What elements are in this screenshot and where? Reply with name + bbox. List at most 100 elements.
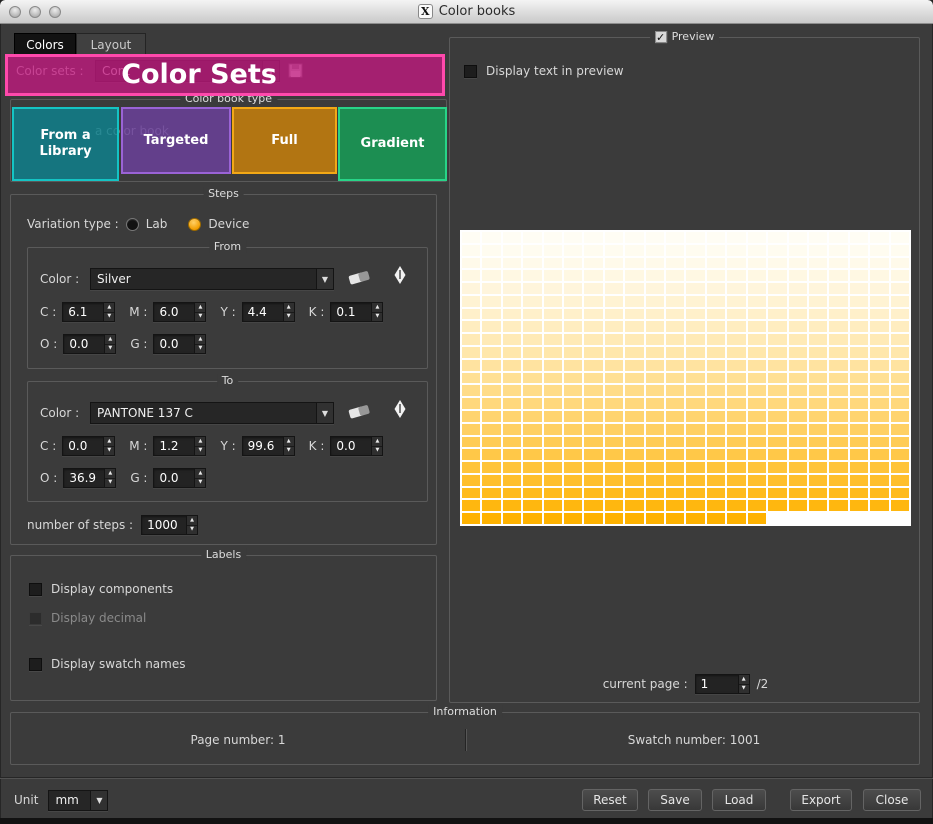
spin-up-icon[interactable] xyxy=(283,437,294,446)
spinner[interactable] xyxy=(103,303,115,321)
unit-combo[interactable]: mm xyxy=(48,789,109,811)
spin-field[interactable]: 6.0 xyxy=(153,302,207,322)
chevron-down-icon[interactable] xyxy=(316,269,333,289)
tab-colors[interactable]: Colors xyxy=(14,33,76,56)
spinner[interactable] xyxy=(282,303,294,321)
spin-up-icon[interactable] xyxy=(104,437,115,446)
spin-up-icon[interactable] xyxy=(195,335,206,344)
spin-field[interactable]: 0.0 xyxy=(330,436,384,456)
maximize-window-icon[interactable] xyxy=(49,6,61,18)
display-text-in-preview-checkbox[interactable] xyxy=(464,64,477,78)
export-button[interactable]: Export xyxy=(790,789,852,811)
spin-field[interactable]: 36.9 xyxy=(63,468,117,488)
spinner[interactable] xyxy=(194,437,206,455)
spin-down-icon[interactable] xyxy=(195,343,206,353)
book-type-targeted-overlay[interactable]: Targeted xyxy=(121,107,231,174)
spinner[interactable] xyxy=(103,437,115,455)
spin-down-icon[interactable] xyxy=(105,477,116,487)
radio-lab[interactable] xyxy=(125,217,139,231)
radio-device-label[interactable]: Device xyxy=(208,217,249,231)
spin-up-icon[interactable] xyxy=(195,469,206,478)
spin-down-icon[interactable] xyxy=(372,445,383,455)
spin-down-icon[interactable] xyxy=(105,343,116,353)
spin-up-icon[interactable] xyxy=(187,516,198,525)
reset-button[interactable]: Reset xyxy=(582,789,638,811)
spin-up-icon[interactable] xyxy=(195,437,206,446)
tab-layout[interactable]: Layout xyxy=(76,33,146,56)
spinner[interactable] xyxy=(104,469,116,487)
display-components-checkbox[interactable] xyxy=(29,582,42,596)
spin-field[interactable]: 0.0 xyxy=(153,468,207,488)
display-swatch-names-checkbox[interactable] xyxy=(29,657,42,671)
save-button[interactable]: Save xyxy=(648,789,702,811)
load-button[interactable]: Load xyxy=(712,789,766,811)
spin-down-icon[interactable] xyxy=(283,311,294,321)
spin-down-icon[interactable] xyxy=(738,683,749,693)
spin-up-icon[interactable] xyxy=(195,303,206,312)
spinner[interactable] xyxy=(371,437,383,455)
chevron-down-icon[interactable] xyxy=(90,790,108,810)
from-pen-button[interactable] xyxy=(392,265,408,285)
spin-down-icon[interactable] xyxy=(195,445,206,455)
book-type-from-library-overlay[interactable]: From a Library xyxy=(12,107,119,181)
book-type-gradient-overlay[interactable]: Gradient xyxy=(338,107,447,181)
swatch-cell xyxy=(625,244,644,256)
swatch-cell xyxy=(543,295,563,307)
spin-up-icon[interactable] xyxy=(283,303,294,312)
spin-up-icon[interactable] xyxy=(372,303,383,312)
spinner[interactable] xyxy=(282,437,294,455)
display-swatch-names-label[interactable]: Display swatch names xyxy=(51,657,185,671)
color-sets-highlight-overlay[interactable]: Color Sets xyxy=(5,54,445,96)
chevron-down-icon[interactable] xyxy=(316,403,333,423)
spin-down-icon[interactable] xyxy=(372,311,383,321)
swatch-cell xyxy=(584,398,603,409)
spin-down-icon[interactable] xyxy=(195,477,206,487)
spinner[interactable] xyxy=(194,335,206,353)
spin-down-icon[interactable] xyxy=(104,311,115,321)
swatch-cell xyxy=(502,487,522,499)
spin-down-icon[interactable] xyxy=(104,445,115,455)
minimize-window-icon[interactable] xyxy=(29,6,41,18)
spinner[interactable] xyxy=(371,303,383,321)
spin-field[interactable]: 0.0 xyxy=(62,436,116,456)
current-page-field[interactable]: 1 xyxy=(694,674,750,694)
display-components-label[interactable]: Display components xyxy=(51,582,173,596)
to-pen-button[interactable] xyxy=(392,399,408,419)
spin-down-icon[interactable] xyxy=(283,445,294,455)
spin-field[interactable]: 99.6 xyxy=(241,436,295,456)
spin-field[interactable]: 0.1 xyxy=(330,302,384,322)
swatch-cell xyxy=(808,436,828,448)
radio-lab-label[interactable]: Lab xyxy=(146,217,168,231)
spin-up-icon[interactable] xyxy=(105,335,116,344)
from-color-combo[interactable]: Silver xyxy=(90,268,334,290)
display-text-in-preview-label[interactable]: Display text in preview xyxy=(486,64,624,78)
spinner[interactable] xyxy=(194,303,206,321)
swatch-cell xyxy=(625,257,644,269)
spin-field[interactable]: 6.1 xyxy=(62,302,116,322)
book-type-full-overlay[interactable]: Full xyxy=(232,107,337,174)
spinner[interactable] xyxy=(737,675,749,693)
swatch-cell xyxy=(890,232,909,243)
close-button[interactable]: Close xyxy=(863,789,921,811)
spinner[interactable] xyxy=(104,335,116,353)
spin-field[interactable]: 1.2 xyxy=(153,436,207,456)
swatch-cell xyxy=(890,487,909,499)
spin-up-icon[interactable] xyxy=(104,303,115,312)
close-window-icon[interactable] xyxy=(9,6,21,18)
spinner[interactable] xyxy=(194,469,206,487)
spin-field[interactable]: 0.0 xyxy=(63,334,117,354)
spin-field[interactable]: 4.4 xyxy=(241,302,295,322)
to-eraser-button[interactable] xyxy=(346,402,374,420)
radio-device[interactable] xyxy=(188,217,202,231)
spin-up-icon[interactable] xyxy=(105,469,116,478)
spinner[interactable] xyxy=(186,516,198,534)
from-eraser-button[interactable] xyxy=(346,268,374,286)
preview-checkbox[interactable] xyxy=(654,30,667,43)
spin-up-icon[interactable] xyxy=(372,437,383,446)
spin-up-icon[interactable] xyxy=(738,675,749,684)
spin-down-icon[interactable] xyxy=(195,311,206,321)
to-color-combo[interactable]: PANTONE 137 C xyxy=(90,402,334,424)
spin-field[interactable]: 0.0 xyxy=(153,334,207,354)
spin-down-icon[interactable] xyxy=(187,524,198,534)
number-of-steps-field[interactable]: 1000 xyxy=(141,515,199,535)
